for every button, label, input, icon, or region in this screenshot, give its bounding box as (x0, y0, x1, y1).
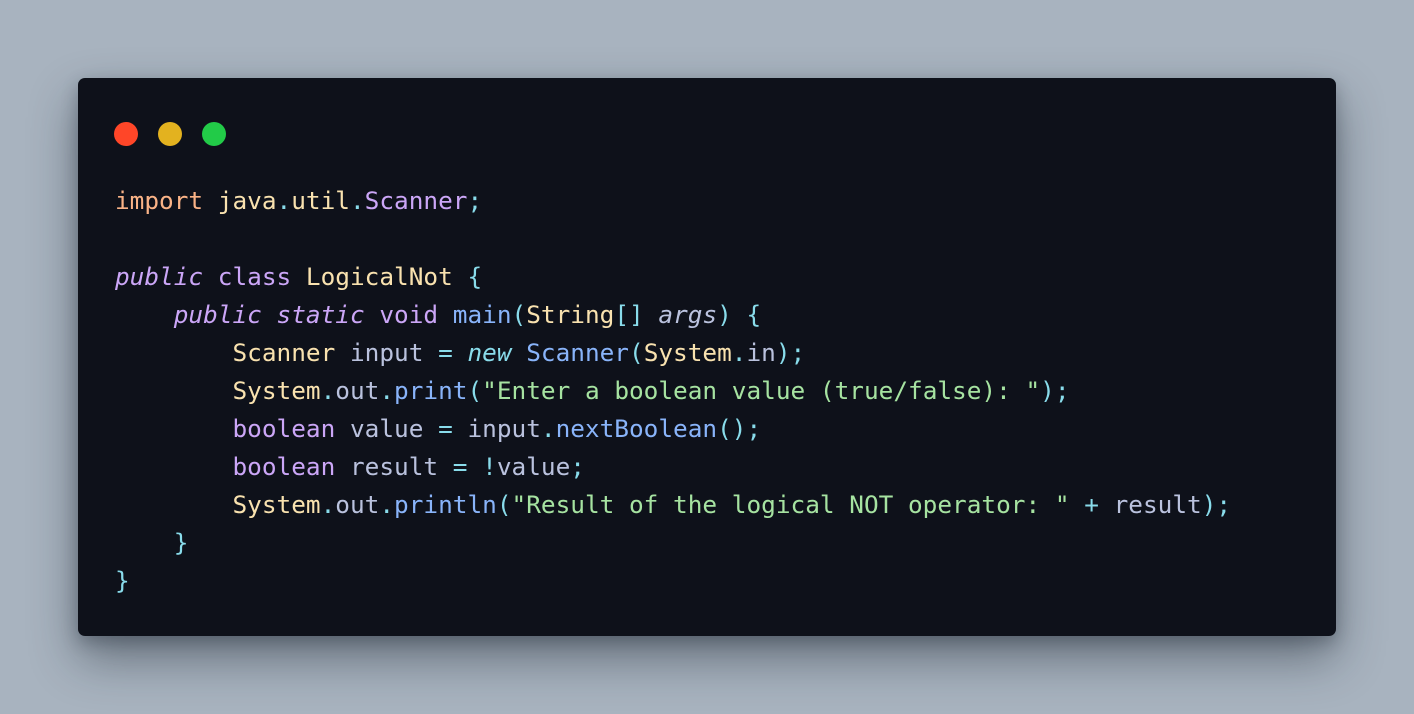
code-token: = (438, 414, 453, 443)
code-token: ( (467, 376, 483, 405)
code-token: in (746, 338, 776, 367)
code-token: ! (482, 452, 497, 481)
code-token: = (438, 338, 453, 367)
code-token: System (232, 376, 321, 405)
code-line: boolean value = input.nextBoolean(); (115, 410, 1231, 448)
code-token: . (276, 186, 292, 215)
code-token: nextBoolean (555, 414, 718, 443)
code-token: System (232, 490, 321, 519)
code-token: ) { (717, 300, 762, 329)
code-token: public (173, 300, 262, 329)
code-token: main (452, 300, 512, 329)
code-token: . (320, 376, 336, 405)
code-line: System.out.print("Enter a boolean value … (115, 372, 1231, 410)
code-token: "Result of the logical NOT operator: " (511, 490, 1070, 519)
code-token: boolean (232, 414, 336, 443)
code-block: import java.util.Scanner; public class Lo… (115, 182, 1231, 600)
code-token: ( (496, 490, 512, 519)
code-token: String (526, 300, 615, 329)
code-token: out (335, 490, 380, 519)
code-token: . (379, 376, 395, 405)
code-token: Scanner (232, 338, 336, 367)
code-token: Scanner (526, 338, 629, 367)
code-token: result (1098, 490, 1202, 519)
code-token: } (173, 528, 189, 557)
code-token: . (540, 414, 556, 443)
code-line: public class LogicalNot { (115, 258, 1231, 296)
code-token: boolean (232, 452, 336, 481)
code-token: ); (775, 338, 806, 367)
code-token: + (1084, 490, 1099, 519)
code-token: . (349, 186, 365, 215)
code-token: ( (511, 300, 527, 329)
code-window: import java.util.Scanner; public class Lo… (78, 78, 1336, 636)
code-line: boolean result = !value; (115, 448, 1231, 486)
code-token: new (467, 338, 512, 367)
code-token: out (335, 376, 380, 405)
minimize-dot-icon[interactable] (158, 122, 182, 146)
code-token: (); (717, 414, 762, 443)
code-line: System.out.println("Result of the logica… (115, 486, 1231, 524)
code-token: println (394, 490, 497, 519)
code-token: ; (570, 452, 585, 481)
code-token: result (335, 452, 453, 481)
code-token: args (658, 300, 718, 329)
code-token: . (731, 338, 747, 367)
code-token: = (452, 452, 468, 481)
code-token: { (452, 262, 483, 291)
code-token: class (217, 262, 292, 291)
code-token: static (276, 300, 365, 329)
code-token: value (335, 414, 439, 443)
code-token: ( (629, 338, 644, 367)
code-token: input (452, 414, 541, 443)
code-line: public static void main(String[] args) { (115, 296, 1231, 334)
code-token: import (115, 186, 204, 215)
code-token: java (217, 186, 277, 215)
code-line: Scanner input = new Scanner(System.in); (115, 334, 1231, 372)
code-token: "Enter a boolean value (true/false): " (482, 376, 1041, 405)
code-token: print (394, 376, 468, 405)
code-token: LogicalNot (305, 262, 453, 291)
code-token: input (335, 338, 439, 367)
code-line: } (115, 562, 1231, 600)
code-token: } (115, 566, 130, 595)
code-token: value (496, 452, 571, 481)
code-token: Scanner (364, 186, 468, 215)
code-token: System (643, 338, 732, 367)
code-token: ; (467, 186, 483, 215)
code-token: util (291, 186, 350, 215)
code-token: . (320, 490, 336, 519)
code-line: } (115, 524, 1231, 562)
code-token: ); (1040, 376, 1070, 405)
close-dot-icon[interactable] (114, 122, 138, 146)
code-token: public (115, 262, 204, 291)
maximize-dot-icon[interactable] (202, 122, 226, 146)
code-token: void (379, 300, 439, 329)
code-token: [] (614, 300, 644, 329)
code-line: import java.util.Scanner; (115, 182, 1231, 220)
code-token: . (379, 490, 395, 519)
code-token: ); (1201, 490, 1232, 519)
